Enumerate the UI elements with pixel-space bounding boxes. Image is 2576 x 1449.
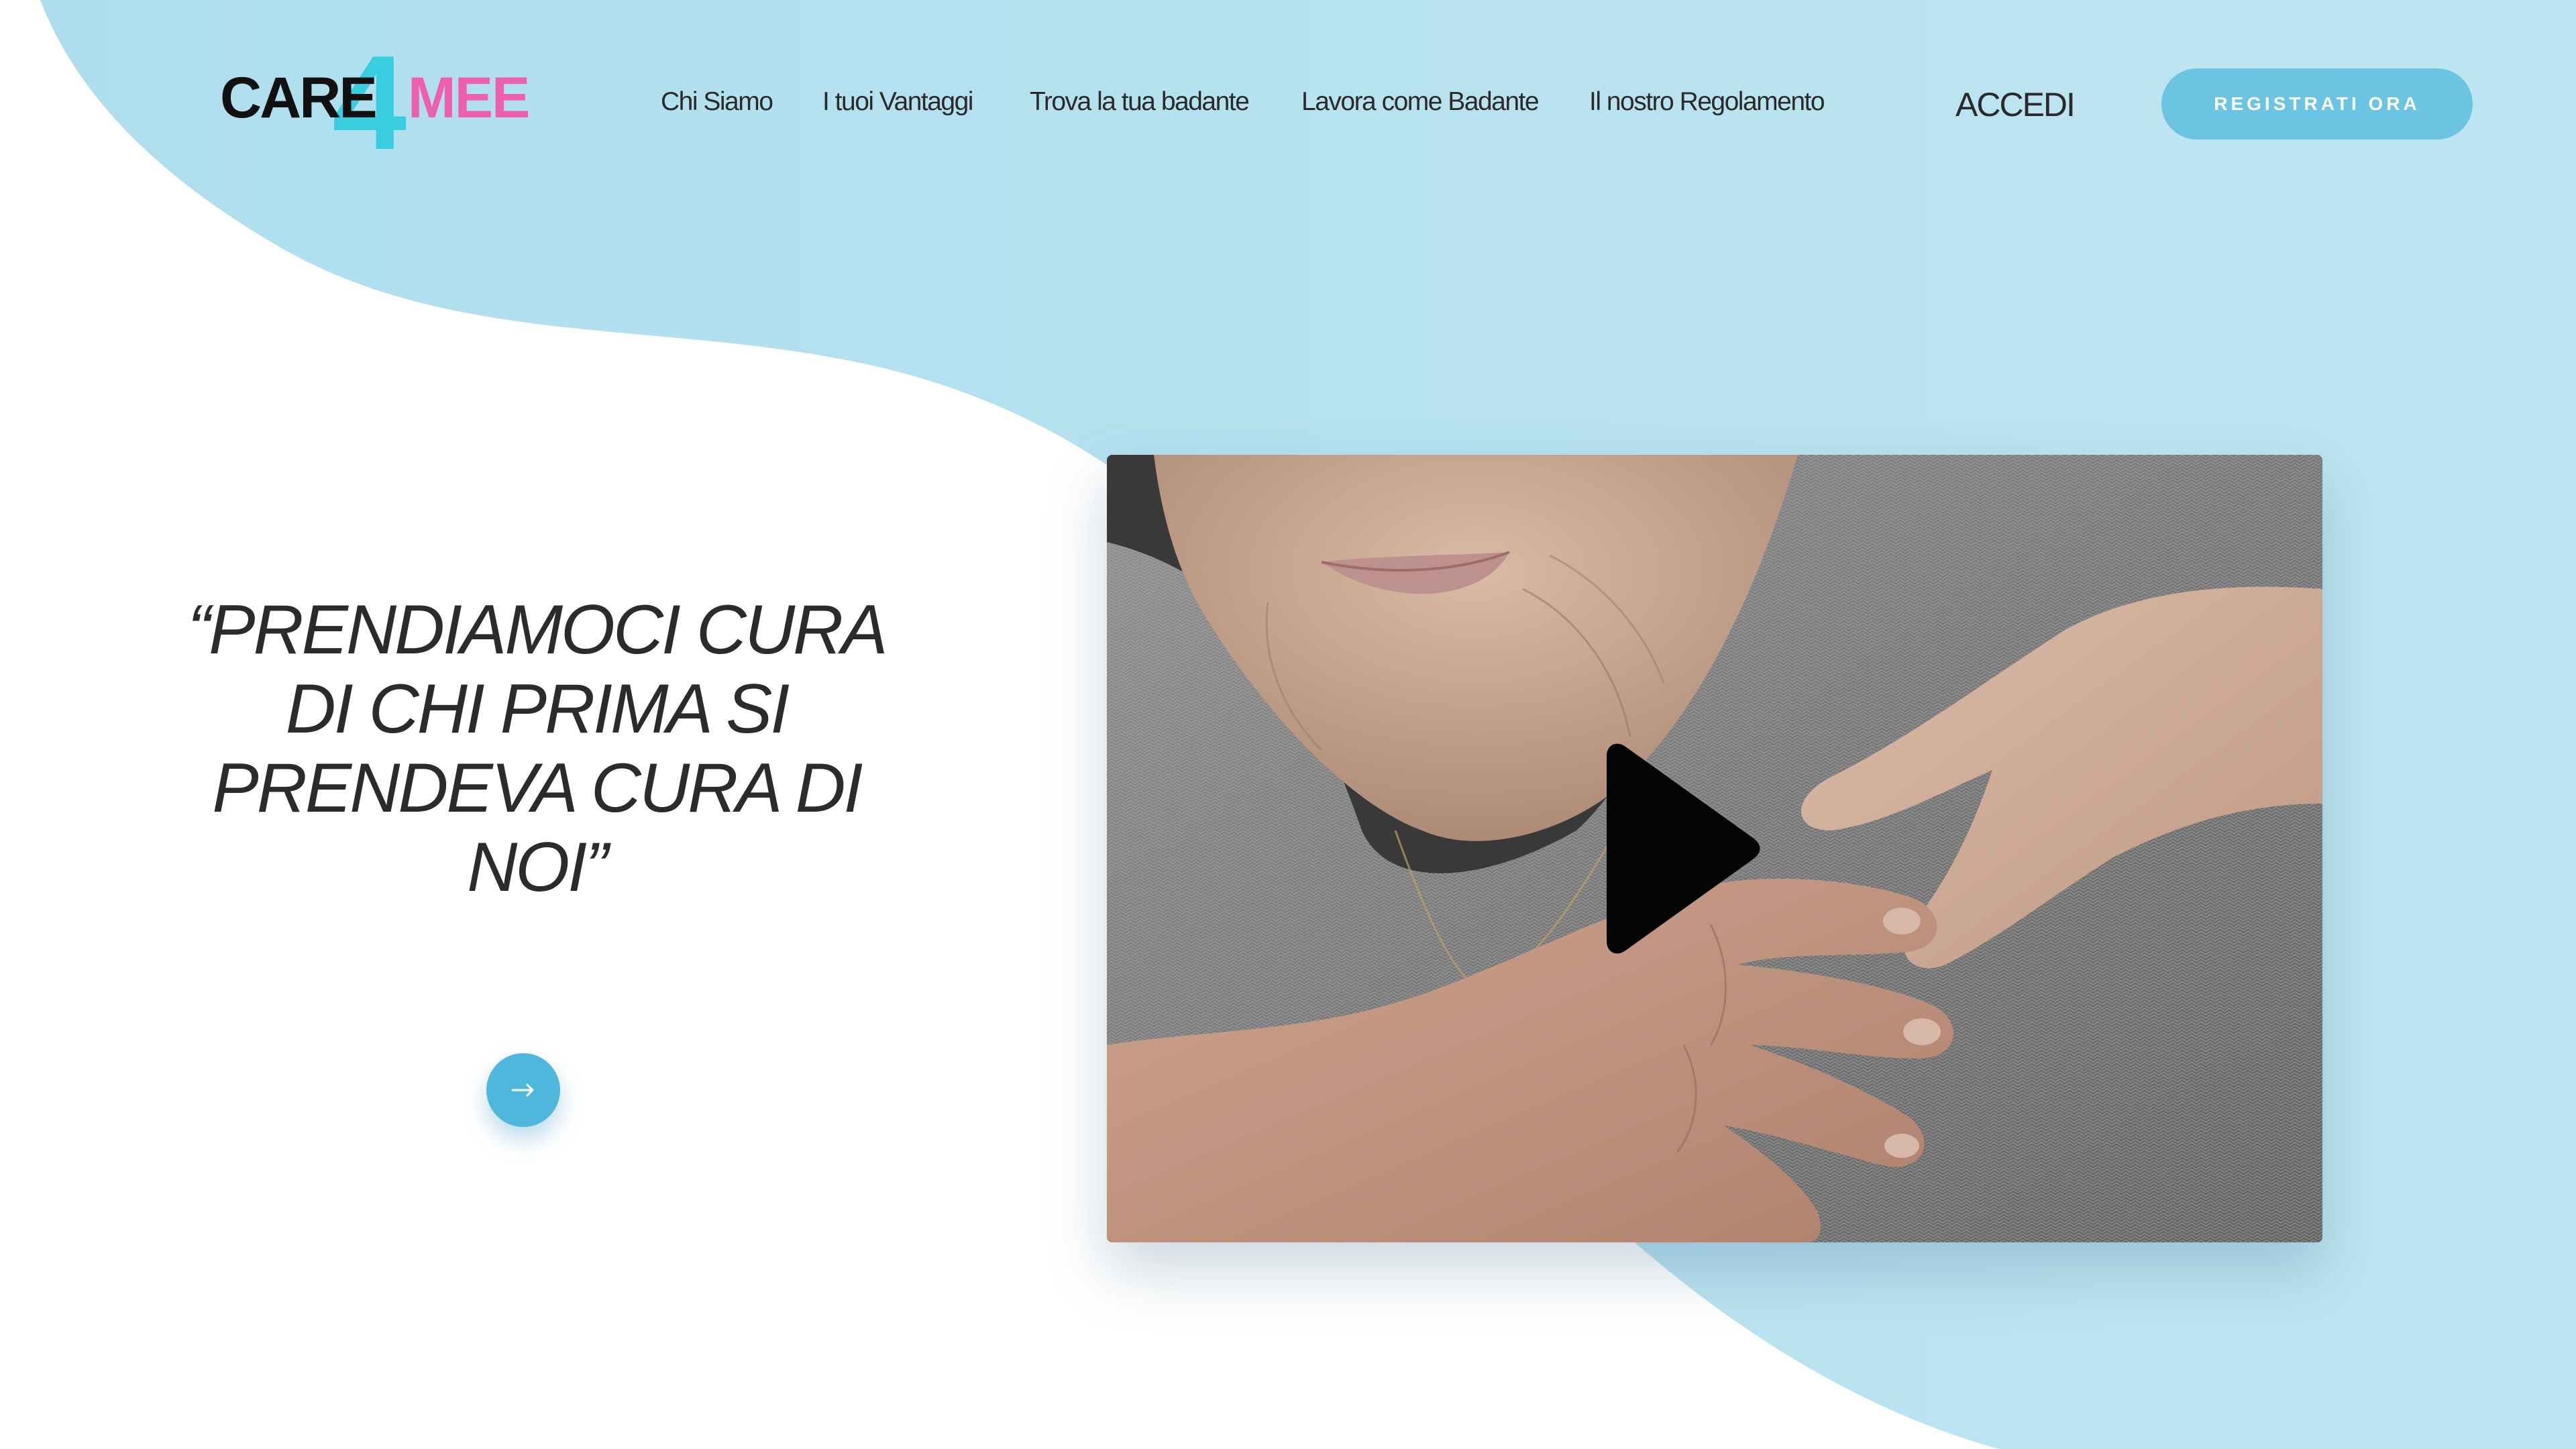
hero-quote-line: NOI” — [467, 828, 608, 906]
hero-next-button[interactable] — [486, 1053, 560, 1127]
login-link[interactable]: ACCEDI — [1955, 85, 2076, 125]
nav-item-chi-siamo[interactable]: Chi Siamo — [661, 86, 773, 118]
register-button[interactable]: REGISTRATI ORA — [2161, 68, 2473, 140]
hero-quote-line: “PRENDIAMOCI CURA — [187, 591, 888, 669]
nav-item-regolamento[interactable]: Il nostro Regolamento — [1589, 86, 1825, 118]
nav-item-lavora-badante[interactable]: Lavora come Badante — [1301, 86, 1540, 118]
hero-quote-line: PRENDEVA CURA DI — [212, 749, 863, 827]
logo-care-text: CARE — [220, 66, 378, 130]
hero-quote-line: DI CHI PRIMA SI — [285, 670, 790, 748]
hero-quote: “PRENDIAMOCI CURA DI CHI PRIMA SI PRENDE… — [168, 590, 906, 907]
brand-logo[interactable]: 4 CARE MEE — [218, 36, 530, 170]
play-icon[interactable] — [1599, 741, 1761, 956]
logo-mee-text: MEE — [408, 66, 530, 130]
top-left-white-corner — [0, 0, 40, 34]
arrow-right-icon — [511, 1083, 534, 1097]
nav-item-trova-badante[interactable]: Trova la tua badante — [1030, 86, 1250, 118]
nav-item-vantaggi[interactable]: I tuoi Vantaggi — [822, 86, 973, 118]
